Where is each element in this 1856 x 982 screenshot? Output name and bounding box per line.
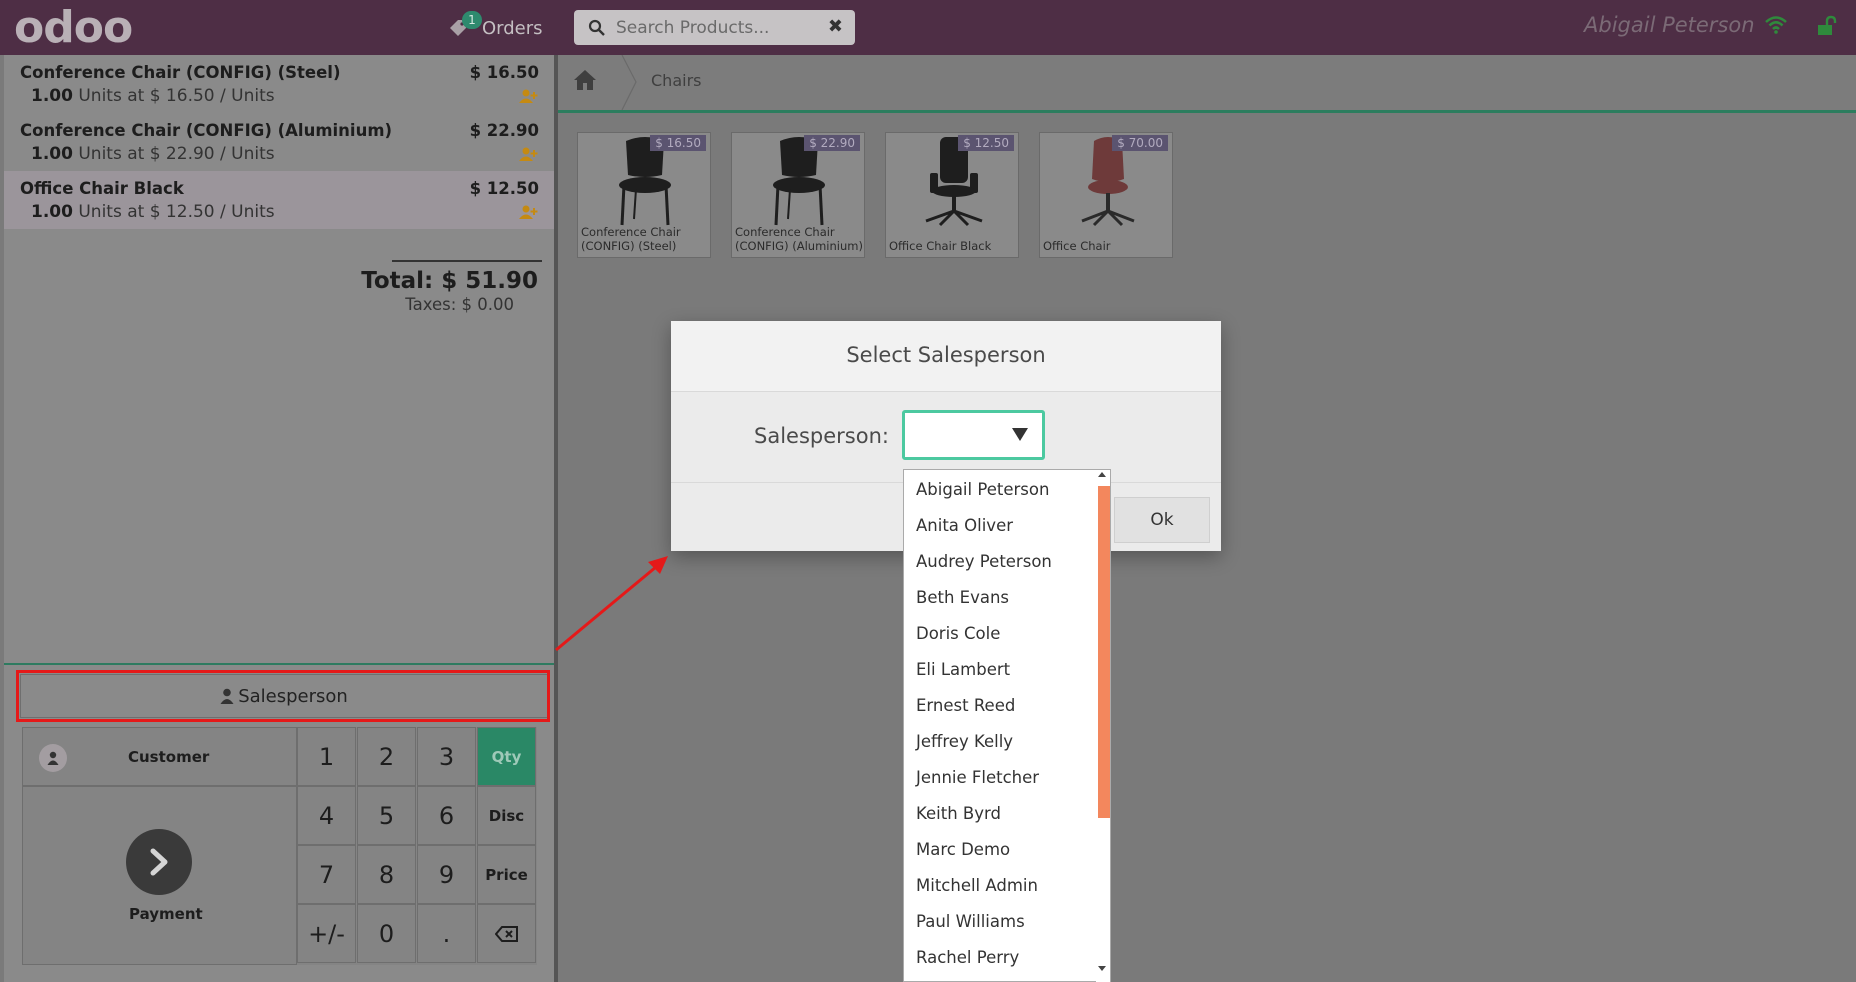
numpad-key-6[interactable]: 6 xyxy=(417,786,476,845)
product-card[interactable]: $ 16.50 Conference Chair (CONFIG) (Steel… xyxy=(577,132,711,258)
product-card[interactable]: $ 12.50 Office Chair Black xyxy=(885,132,1019,258)
product-name: Conference Chair (CONFIG) (Aluminium) xyxy=(735,225,863,253)
dropdown-caret-icon xyxy=(1012,428,1028,441)
numpad-key-7[interactable]: 7 xyxy=(297,845,356,904)
product-card[interactable]: $ 70.00 Office Chair xyxy=(1039,132,1173,258)
numpad-key-5[interactable]: 5 xyxy=(357,786,416,845)
salesperson-option[interactable]: Marc Demo xyxy=(916,840,1010,859)
order-line-product: Office Chair Black xyxy=(20,179,184,198)
breadcrumb-separator xyxy=(621,55,637,110)
add-user-icon[interactable] xyxy=(518,205,538,219)
order-line[interactable]: Conference Chair (CONFIG) (Steel) $ 16.5… xyxy=(4,55,554,113)
numpad-key-9[interactable]: 9 xyxy=(417,845,476,904)
salesperson-option[interactable]: Paul Williams xyxy=(916,912,1025,931)
product-name: Office Chair xyxy=(1043,239,1111,253)
top-bar: odoo Orders 1 Search Products... ✖ Abiga… xyxy=(0,0,1856,55)
order-line-price: $ 12.50 xyxy=(469,179,539,198)
numpad-key-0[interactable]: 0 xyxy=(357,904,416,963)
product-name: Office Chair Black xyxy=(889,239,992,253)
numpad-key-4[interactable]: 4 xyxy=(297,786,356,845)
search-icon xyxy=(588,19,605,36)
order-line-product: Conference Chair (CONFIG) (Steel) xyxy=(20,63,341,82)
salesperson-option[interactable]: Rachel Perry xyxy=(916,948,1019,967)
order-line-price: $ 22.90 xyxy=(469,121,539,140)
payment-label: Payment xyxy=(129,905,203,923)
numpad-key-2[interactable]: 2 xyxy=(357,727,416,786)
breadcrumb-bar xyxy=(558,55,1856,113)
order-line-selected[interactable]: Office Chair Black $ 12.50 1.00 Units at… xyxy=(4,171,554,229)
unlock-icon[interactable] xyxy=(1816,15,1838,37)
salesperson-option[interactable]: Audrey Peterson xyxy=(916,552,1052,571)
salesperson-field-label: Salesperson: xyxy=(754,424,889,448)
customer-button[interactable]: Customer xyxy=(22,727,297,786)
salesperson-select[interactable] xyxy=(902,410,1045,460)
salesperson-option[interactable]: Jeffrey Kelly xyxy=(916,732,1013,751)
product-price-tag: $ 12.50 xyxy=(958,135,1014,151)
user-icon xyxy=(47,751,59,765)
numpad-key-1[interactable]: 1 xyxy=(297,727,356,786)
product-price-tag: $ 70.00 xyxy=(1112,135,1168,151)
numpad-mode-qty[interactable]: Qty xyxy=(477,727,536,786)
search-placeholder: Search Products... xyxy=(616,18,770,38)
salesperson-option[interactable]: Jennie Fletcher xyxy=(916,768,1039,787)
salesperson-option[interactable]: Eli Lambert xyxy=(916,660,1010,679)
totals-divider xyxy=(392,260,542,262)
salesperson-option[interactable]: Keith Byrd xyxy=(916,804,1001,823)
search-products-input[interactable]: Search Products... ✖ xyxy=(574,10,855,45)
salesperson-option[interactable]: Anita Oliver xyxy=(916,516,1013,535)
control-divider xyxy=(4,663,554,665)
payment-button[interactable] xyxy=(126,829,192,895)
dropdown-scrollbar-thumb[interactable] xyxy=(1098,486,1110,818)
clear-search-icon[interactable]: ✖ xyxy=(828,16,843,37)
numpad-key-dot[interactable]: . xyxy=(417,904,476,963)
salesperson-option[interactable]: Doris Cole xyxy=(916,624,1000,643)
chevron-right-icon xyxy=(150,848,168,876)
salesperson-option[interactable]: Abigail Peterson xyxy=(916,480,1049,499)
salesperson-option[interactable]: Ernest Reed xyxy=(916,696,1015,715)
salesperson-option[interactable]: Beth Evans xyxy=(916,588,1009,607)
product-price-tag: $ 16.50 xyxy=(650,135,706,151)
orders-count-badge: 1 xyxy=(462,11,482,29)
numpad-key-8[interactable]: 8 xyxy=(357,845,416,904)
order-taxes: Taxes: $ 0.00 xyxy=(405,295,514,314)
salesperson-option[interactable]: Mitchell Admin xyxy=(916,876,1038,895)
salesperson-options-list[interactable]: Abigail Peterson Anita Oliver Audrey Pet… xyxy=(903,469,1111,982)
orders-label: Orders xyxy=(482,17,543,39)
dialog-title: Select Salesperson xyxy=(846,343,1046,367)
order-total: Total: $ 51.90 xyxy=(361,268,538,294)
numpad-key-sign[interactable]: +/- xyxy=(297,904,356,963)
cashier-name[interactable]: Abigail Peterson xyxy=(1584,13,1755,37)
order-line-info: 1.00 Units at $ 22.90 / Units xyxy=(31,144,275,164)
product-name: Conference Chair (CONFIG) (Steel) xyxy=(581,225,681,253)
customer-label: Customer xyxy=(128,748,210,766)
numpad-mode-disc[interactable]: Disc xyxy=(477,786,536,845)
product-price-tag: $ 22.90 xyxy=(804,135,860,151)
highlight-box xyxy=(16,670,550,722)
add-user-icon[interactable] xyxy=(518,89,538,103)
customer-avatar xyxy=(39,744,67,772)
order-line-price: $ 16.50 xyxy=(469,63,539,82)
scroll-down-arrow-icon[interactable] xyxy=(1098,966,1106,971)
numpad-key-3[interactable]: 3 xyxy=(417,727,476,786)
order-line-info: 1.00 Units at $ 16.50 / Units xyxy=(31,86,275,106)
numpad-backspace[interactable] xyxy=(477,904,536,963)
ok-button[interactable]: Ok xyxy=(1114,497,1210,543)
backspace-icon xyxy=(494,925,518,942)
add-user-icon[interactable] xyxy=(518,147,538,161)
numpad-mode-price[interactable]: Price xyxy=(477,845,536,904)
scroll-up-arrow-icon[interactable] xyxy=(1098,472,1106,477)
breadcrumb-category[interactable]: Chairs xyxy=(651,71,701,90)
home-icon[interactable] xyxy=(573,69,597,91)
odoo-logo: odoo xyxy=(14,2,133,53)
product-card[interactable]: $ 22.90 Conference Chair (CONFIG) (Alumi… xyxy=(731,132,865,258)
order-line-product: Conference Chair (CONFIG) (Aluminium) xyxy=(20,121,393,140)
wifi-icon xyxy=(1765,16,1787,34)
order-line[interactable]: Conference Chair (CONFIG) (Aluminium) $ … xyxy=(4,113,554,171)
order-line-info: 1.00 Units at $ 12.50 / Units xyxy=(31,202,275,222)
